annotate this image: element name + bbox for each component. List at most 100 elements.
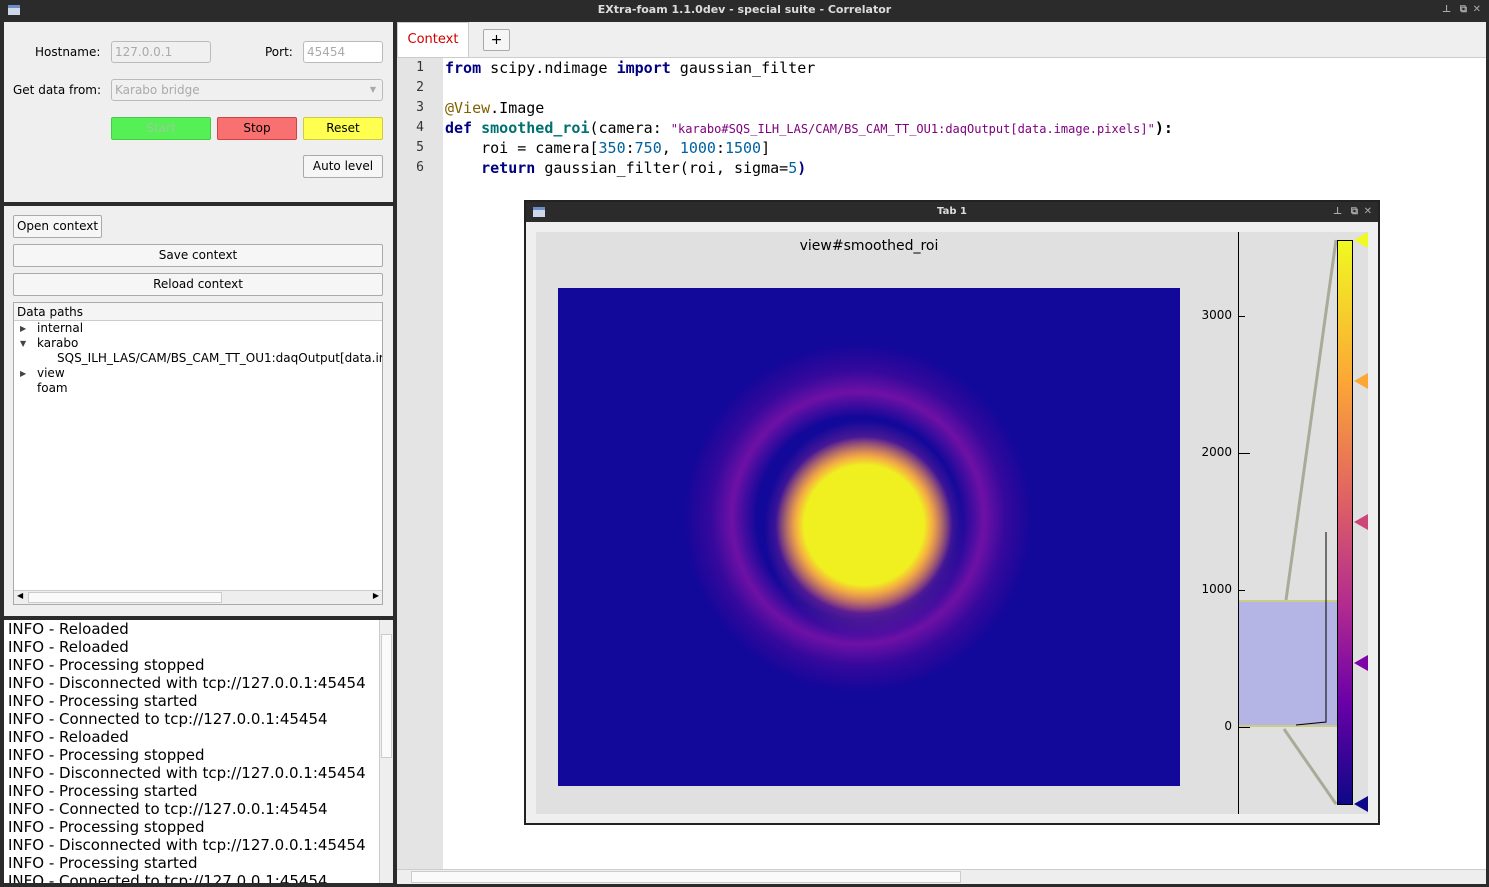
- log-entry: INFO - Reloaded: [8, 638, 129, 656]
- stop-button[interactable]: Stop: [217, 117, 297, 140]
- tree-item-label: SQS_ILH_LAS/CAM/BS_CAM_TT_OU1:daqOutput[…: [57, 351, 383, 365]
- log-window: INFO - Reloaded INFO - Reloaded INFO - Pro…: [4, 620, 393, 883]
- add-tab-button[interactable]: +: [483, 29, 510, 51]
- tree-item[interactable]: foam: [14, 381, 382, 396]
- hostname-label: Hostname:: [35, 45, 101, 59]
- tree-item-label: internal: [37, 321, 84, 335]
- scrollbar-handle[interactable]: [28, 592, 222, 603]
- data-paths-tree[interactable]: Data paths ▶ internal ▼ karabo SQS_ILH_LAS/C…: [13, 302, 383, 605]
- log-entry: INFO - Processing started: [8, 782, 198, 800]
- code-line-4: def smoothed_roi(camera: "karabo#SQS_ILH…: [445, 119, 1173, 137]
- close-icon[interactable]: ✕: [1364, 202, 1372, 222]
- gradient-stop-purple[interactable]: [1354, 655, 1368, 671]
- code-line-1: from scipy.ndimage import gaussian_filte…: [445, 59, 816, 77]
- port-input[interactable]: 45454: [303, 41, 383, 63]
- log-entry: INFO - Connected to tcp://127.0.0.1:4545…: [8, 710, 328, 728]
- gradient-stop-orange[interactable]: [1354, 373, 1368, 389]
- level-min-link: [1282, 728, 1338, 805]
- code-line-3: @View.Image: [445, 99, 545, 117]
- level-max-link: [1284, 239, 1338, 601]
- log-vertical-scrollbar[interactable]: [379, 620, 393, 883]
- scrollbar-handle[interactable]: [381, 634, 392, 758]
- colorbar[interactable]: [1337, 240, 1353, 805]
- expanded-arrow-icon[interactable]: ▼: [20, 336, 26, 351]
- histogram-tick-label: 0: [1224, 719, 1232, 733]
- restore-icon[interactable]: ⧉: [1460, 0, 1467, 20]
- plot-title: view#smoothed_roi: [799, 238, 939, 254]
- line-number: 6: [416, 160, 424, 175]
- gradient-stop-yellow[interactable]: [1354, 232, 1368, 248]
- window-title: EXtra-foam 1.1.0dev - special suite - Co…: [597, 3, 892, 16]
- tree-item-label: karabo: [37, 336, 79, 350]
- subwindow-tab1: Tab 1 ⊥ ⧉ ✕ view#smoothed_roi 3000 2000 10…: [524, 200, 1380, 825]
- scroll-left-icon[interactable]: ◀: [17, 591, 23, 600]
- hostname-input[interactable]: 127.0.0.1: [111, 41, 211, 63]
- window-titlebar: EXtra-foam 1.1.0dev - special suite - Co…: [0, 0, 1489, 21]
- histogram-tick-label: 3000: [1201, 308, 1232, 322]
- source-select[interactable]: Karabo bridge ▼: [111, 79, 383, 101]
- collapsed-arrow-icon[interactable]: ▶: [20, 321, 26, 336]
- log-entry: INFO - Disconnected with tcp://127.0.0.1…: [8, 836, 366, 854]
- log-entry: INFO - Processing started: [8, 692, 198, 710]
- port-label: Port:: [265, 45, 293, 59]
- connection-panel: Hostname: 127.0.0.1 Port: 45454 Get data…: [4, 22, 393, 202]
- histogram-tick-label: 1000: [1201, 582, 1232, 596]
- tab-context[interactable]: Context: [397, 22, 469, 57]
- code-line-5: roi = camera[350:750, 1000:1500]: [445, 139, 771, 157]
- log-entry: INFO - Processing stopped: [8, 818, 205, 836]
- reset-button[interactable]: Reset: [303, 117, 383, 140]
- log-entry: INFO - Connected to tcp://127.0.0.1:4545…: [8, 800, 328, 818]
- editor-horizontal-scrollbar[interactable]: [397, 869, 1486, 884]
- source-label: Get data from:: [13, 83, 102, 97]
- image-plot[interactable]: view#smoothed_roi 3000 2000 1000 0: [536, 232, 1368, 814]
- line-number: 3: [416, 100, 424, 115]
- smoothed-roi-image[interactable]: [558, 288, 1180, 786]
- subwindow-icon: [533, 207, 545, 217]
- gradient-stop-pink[interactable]: [1354, 514, 1368, 530]
- code-line-6: return gaussian_filter(roi, sigma=5): [481, 159, 807, 177]
- source-value: Karabo bridge: [115, 83, 200, 97]
- close-icon[interactable]: ✕: [1473, 0, 1481, 20]
- tree-horizontal-scrollbar[interactable]: ◀ ▶: [14, 590, 382, 604]
- gradient-stop-blue[interactable]: [1354, 796, 1368, 812]
- line-number: 5: [416, 140, 424, 155]
- scrollbar-handle[interactable]: [411, 871, 961, 883]
- tree-item[interactable]: ▶ view: [14, 366, 382, 381]
- log-entry: INFO - Disconnected with tcp://127.0.0.1…: [8, 764, 366, 782]
- save-context-button[interactable]: Save context: [13, 244, 383, 267]
- log-entry: INFO - Reloaded: [8, 620, 129, 638]
- tree-item-label: foam: [37, 381, 68, 395]
- line-number: 1: [416, 60, 424, 75]
- line-number: 2: [416, 80, 424, 95]
- scroll-right-icon[interactable]: ▶: [373, 591, 379, 600]
- subwindow-titlebar[interactable]: Tab 1 ⊥ ⧉ ✕: [526, 202, 1378, 222]
- tree-header: Data paths: [14, 303, 382, 321]
- pin-icon[interactable]: ⊥: [1333, 202, 1342, 222]
- subwindow-title: Tab 1: [937, 206, 967, 217]
- tree-item[interactable]: SQS_ILH_LAS/CAM/BS_CAM_TT_OU1:daqOutput[…: [14, 351, 382, 366]
- open-context-button[interactable]: Open context: [13, 215, 102, 238]
- log-entry: INFO - Processing stopped: [8, 656, 205, 674]
- line-number-gutter: 1 2 3 4 5 6: [397, 58, 443, 870]
- line-number: 4: [416, 120, 424, 135]
- log-entry: INFO - Processing stopped: [8, 746, 205, 764]
- tree-item[interactable]: ▶ internal: [14, 321, 382, 336]
- collapsed-arrow-icon[interactable]: ▶: [20, 366, 26, 381]
- histogram-tick-label: 2000: [1201, 445, 1232, 459]
- code-text[interactable]: from scipy.ndimage import gaussian_filte…: [445, 58, 1480, 178]
- log-entry: INFO - Connected to tcp://127.0.0.1:4545…: [8, 872, 328, 883]
- log-entry: INFO - Processing started: [8, 854, 198, 872]
- reload-context-button[interactable]: Reload context: [13, 273, 383, 296]
- context-panel: Open context Save context Reload context…: [4, 206, 393, 616]
- log-entry: INFO - Reloaded: [8, 728, 129, 746]
- start-button[interactable]: Start: [111, 117, 211, 140]
- histogram-curve: [1295, 532, 1327, 726]
- restore-icon[interactable]: ⧉: [1351, 202, 1358, 222]
- pin-icon[interactable]: ⊥: [1442, 0, 1451, 20]
- tree-item-label: view: [37, 366, 65, 380]
- app-icon: [8, 5, 20, 15]
- auto-level-button[interactable]: Auto level: [303, 155, 383, 178]
- chevron-down-icon: ▼: [369, 85, 376, 94]
- tree-item[interactable]: ▼ karabo: [14, 336, 382, 351]
